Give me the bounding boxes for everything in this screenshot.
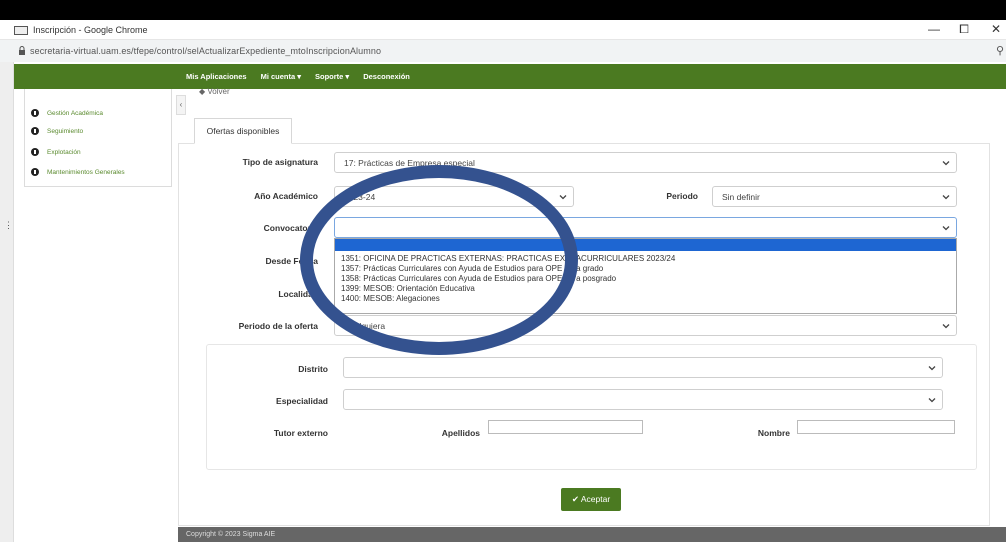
dropdown-option[interactable]: 1358: Prácticas Curriculares con Ayuda d… [341,274,616,283]
sidebar-item-label: Explotación [47,148,81,156]
sidebar-collapse-button[interactable]: ‹ [176,95,186,115]
especialidad-label: Especialidad [276,396,328,406]
dropdown-option[interactable]: 1400: MESOB: Alegaciones [341,294,440,303]
anio-academico-value: 2023-24 [344,192,376,202]
close-button[interactable]: ✕ [986,22,1006,36]
tipo-asignatura-label: Tipo de asignatura [242,157,318,167]
periodo-value: Sin definir [722,192,760,202]
apellidos-input[interactable] [488,420,643,434]
chevron-down-icon [942,324,950,329]
chevron-down-icon [559,195,567,200]
tutor-externo-label: Tutor externo [273,428,328,438]
chevron-down-icon [942,161,950,166]
circle-arrow-icon [31,109,39,117]
sidebar-item-mantenimientos[interactable]: Mantenimientos Generales [31,168,125,176]
nombre-label: Nombre [757,428,790,438]
chevron-down-icon [928,398,936,403]
window-titlebar: Inscripción - Google Chrome — ⧠ ✕ [0,20,1006,40]
periodo-oferta-select[interactable]: Cualquiera [334,315,957,336]
lock-icon [19,46,25,55]
periodo-label: Periodo [666,191,698,201]
tipo-asignatura-select[interactable]: 17: Prácticas de Empresa especial [334,152,957,173]
dropdown-option[interactable]: 1351: OFICINA DE PRACTICAS EXTERNAS: PRA… [341,254,675,263]
anio-academico-label: Año Académico [254,191,318,201]
left-edge-panel: ⋮ [0,62,14,542]
edge-handle-icon[interactable]: ⋮ [4,220,13,231]
periodo-oferta-value: Cualquiera [344,321,386,331]
distrito-label: Distrito [298,364,328,374]
circle-arrow-icon [31,148,39,156]
nav-mis-aplicaciones[interactable]: Mis Aplicaciones [186,72,247,81]
circle-arrow-icon [31,127,39,135]
sidebar-item-label: Gestión Académica [47,109,104,117]
tipo-asignatura-value: 17: Prácticas de Empresa especial [344,158,475,168]
dropdown-option[interactable]: 1357: Prácticas Curriculares con Ayuda d… [341,264,603,273]
circle-arrow-icon [31,168,39,176]
apellidos-label: Apellidos [441,428,480,438]
sidebar-item-gestion-academica[interactable]: Gestión Académica [31,109,103,117]
dropdown-option[interactable]: 1399: MESOB: Orientación Educativa [341,284,475,293]
desde-fecha-label: Desde Fecha [265,256,318,266]
volver-label: Volver [207,87,230,96]
convocatoria-select[interactable] [334,217,957,238]
sidebar-item-explotacion[interactable]: Explotación [31,148,81,156]
periodo-select[interactable]: Sin definir [712,186,957,207]
address-bar[interactable]: secretaria-virtual.uam.es/tfepe/control/… [0,40,1006,62]
sidebar-item-seguimiento[interactable]: Seguimiento [31,127,83,135]
convocatoria-dropdown-list[interactable]: 1351: OFICINA DE PRACTICAS EXTERNAS: PRA… [334,238,957,314]
arrow-left-icon: ◆ [199,87,206,96]
volver-link[interactable]: ◆ Volver [199,87,230,96]
nav-desconexion[interactable]: Desconexión [363,72,410,81]
convocatoria-label: Convocatoria [263,223,318,233]
window-app-icon [14,26,28,35]
sidebar-item-label: Seguimiento [47,127,84,135]
aceptar-button[interactable]: ✔ Aceptar [561,488,621,511]
chevron-down-icon [942,195,950,200]
nav-mi-cuenta[interactable]: Mi cuenta ▾ [261,72,301,81]
anio-academico-select[interactable]: 2023-24 [334,186,574,207]
periodo-oferta-label: Periodo de la oferta [238,321,318,331]
nav-soporte[interactable]: Soporte ▾ [315,72,349,81]
dropdown-highlighted-option[interactable] [335,239,956,251]
restore-button[interactable]: ⧠ [954,22,974,37]
screen-top-band [0,0,1006,20]
search-icon[interactable]: ⚲ [996,44,1004,57]
chevron-down-icon [942,226,950,231]
nombre-input[interactable] [797,420,955,434]
minimize-button[interactable]: — [924,22,944,36]
distrito-select[interactable] [343,357,943,378]
chevron-down-icon [928,366,936,371]
footer-copyright: Copyright © 2023 Sigma AIE [186,531,276,538]
url-text[interactable]: secretaria-virtual.uam.es/tfepe/control/… [30,46,381,56]
top-navbar: Mis Aplicaciones Mi cuenta ▾ Soporte ▾ D… [14,64,1006,89]
window-title: Inscripción - Google Chrome [33,25,148,35]
especialidad-select[interactable] [343,389,943,410]
tab-ofertas-disponibles[interactable]: Ofertas disponibles [194,118,292,144]
page-footer: Copyright © 2023 Sigma AIE [178,527,1006,542]
localidad-label: Localidad [278,289,318,299]
sidebar-menu: Gestión Académica Seguimiento Explotació… [24,89,172,187]
sidebar-item-label: Mantenimientos Generales [47,168,125,176]
